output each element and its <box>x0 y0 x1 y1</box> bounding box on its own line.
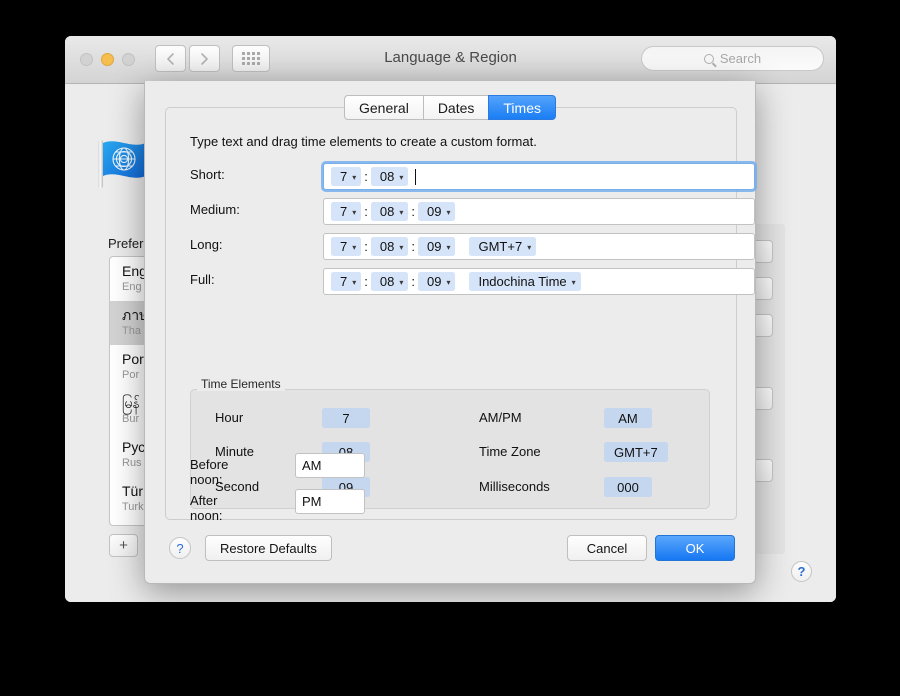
tab-times[interactable]: Times <box>488 95 556 120</box>
draggable-token-hour[interactable]: 7 <box>322 408 370 428</box>
token-text: 09 <box>426 274 442 289</box>
search-input[interactable]: Search <box>641 46 824 71</box>
chevron-down-icon: ▾ <box>571 277 576 287</box>
window-titlebar: Language & Region Search <box>65 36 836 84</box>
chevron-down-icon: ▾ <box>446 242 451 252</box>
token-text: 7 <box>340 274 348 289</box>
chevron-down-icon: ▾ <box>446 207 451 217</box>
time-token-timezone[interactable]: GMT+7 ▾ <box>469 237 537 256</box>
chevron-down-icon: ▾ <box>399 172 404 182</box>
ok-button[interactable]: OK <box>655 535 735 561</box>
full-format-label: Full: <box>190 272 215 287</box>
time-elements-group-label: Time Elements <box>197 377 285 391</box>
full-format-field[interactable]: 7 ▾ : 08 ▾ : 09 ▾ Indochina Time ▾ <box>323 268 755 295</box>
time-token-second[interactable]: 09 ▾ <box>417 237 456 256</box>
element-label: AM/PM <box>479 410 522 425</box>
time-token-second[interactable]: 09 ▾ <box>417 202 456 221</box>
chevron-down-icon: ▾ <box>399 207 404 217</box>
token-text: 08 <box>379 239 395 254</box>
token-text: 08 <box>379 204 395 219</box>
token-text: 7 <box>340 169 348 184</box>
time-token-timezone-full[interactable]: Indochina Time ▾ <box>469 272 581 291</box>
tab-bar: General Dates Times <box>145 95 755 120</box>
before-noon-input[interactable]: AM <box>295 453 365 478</box>
medium-format-label: Medium: <box>190 202 240 217</box>
chevron-down-icon: ▾ <box>399 242 404 252</box>
text-cursor <box>415 168 417 185</box>
custom-time-format-sheet: General Dates Times Type text and drag t… <box>144 81 757 584</box>
search-placeholder: Search <box>719 51 762 66</box>
token-text: Indochina Time <box>478 274 567 289</box>
time-token-hour[interactable]: 7 ▾ <box>331 167 362 186</box>
time-token-minute[interactable]: 08 ▾ <box>370 202 409 221</box>
add-language-button[interactable]: + <box>109 534 138 557</box>
time-elements-group: Hour 7 Minute 08 Second 09 AM/PM AM Time… <box>190 389 710 509</box>
sheet-footer: ? Restore Defaults Cancel OK <box>145 521 755 583</box>
time-token-hour[interactable]: 7 ▾ <box>331 237 362 256</box>
literal-separator: : <box>364 239 368 254</box>
short-format-field[interactable]: 7 ▾ : 08 ▾ <box>321 161 757 192</box>
draggable-token-timezone[interactable]: GMT+7 <box>604 442 668 462</box>
literal-separator: : <box>411 204 415 219</box>
token-text: 08 <box>379 169 395 184</box>
time-token-hour[interactable]: 7 ▾ <box>331 202 362 221</box>
literal-separator: : <box>411 239 415 254</box>
long-format-field[interactable]: 7 ▾ : 08 ▾ : 09 ▾ GMT+7 ▾ <box>323 233 755 260</box>
time-token-hour[interactable]: 7 ▾ <box>331 272 362 291</box>
search-icon <box>703 53 714 64</box>
restore-defaults-button[interactable]: Restore Defaults <box>205 535 332 561</box>
chevron-down-icon: ▾ <box>352 207 357 217</box>
token-text: 7 <box>340 239 348 254</box>
element-label: Time Zone <box>479 444 541 459</box>
token-text: 7 <box>340 204 348 219</box>
chevron-down-icon: ▾ <box>352 277 357 287</box>
token-text: 09 <box>426 204 442 219</box>
chevron-down-icon: ▾ <box>446 277 451 287</box>
draggable-token-milliseconds[interactable]: 000 <box>604 477 652 497</box>
tab-dates[interactable]: Dates <box>422 95 489 120</box>
chevron-down-icon: ▾ <box>352 172 357 182</box>
chevron-down-icon: ▾ <box>527 242 532 252</box>
element-label: Milliseconds <box>479 479 550 494</box>
token-text: 08 <box>379 274 395 289</box>
token-text: 09 <box>426 239 442 254</box>
chevron-down-icon: ▾ <box>352 242 357 252</box>
literal-separator: : <box>364 274 368 289</box>
medium-format-field[interactable]: 7 ▾ : 08 ▾ : 09 ▾ <box>323 198 755 225</box>
short-format-label: Short: <box>190 167 225 182</box>
time-token-minute[interactable]: 08 ▾ <box>370 167 409 186</box>
after-noon-input[interactable]: PM <box>295 489 365 514</box>
time-token-minute[interactable]: 08 ▾ <box>370 237 409 256</box>
element-label: Hour <box>215 410 244 425</box>
literal-separator: : <box>364 204 368 219</box>
time-token-minute[interactable]: 08 ▾ <box>370 272 409 291</box>
chevron-down-icon: ▾ <box>399 277 404 287</box>
help-button[interactable]: ? <box>169 537 191 559</box>
time-token-second[interactable]: 09 ▾ <box>417 272 456 291</box>
tab-general[interactable]: General <box>344 95 423 120</box>
cancel-button[interactable]: Cancel <box>567 535 647 561</box>
literal-separator: : <box>364 169 368 184</box>
token-text: GMT+7 <box>478 239 523 254</box>
before-noon-label: Before noon: <box>190 457 229 487</box>
literal-separator: : <box>411 274 415 289</box>
instruction-text: Type text and drag time elements to crea… <box>190 134 537 149</box>
preferences-help-button[interactable]: ? <box>791 561 812 582</box>
long-format-label: Long: <box>190 237 223 252</box>
draggable-token-ampm[interactable]: AM <box>604 408 652 428</box>
after-noon-label: After noon: <box>190 493 223 523</box>
